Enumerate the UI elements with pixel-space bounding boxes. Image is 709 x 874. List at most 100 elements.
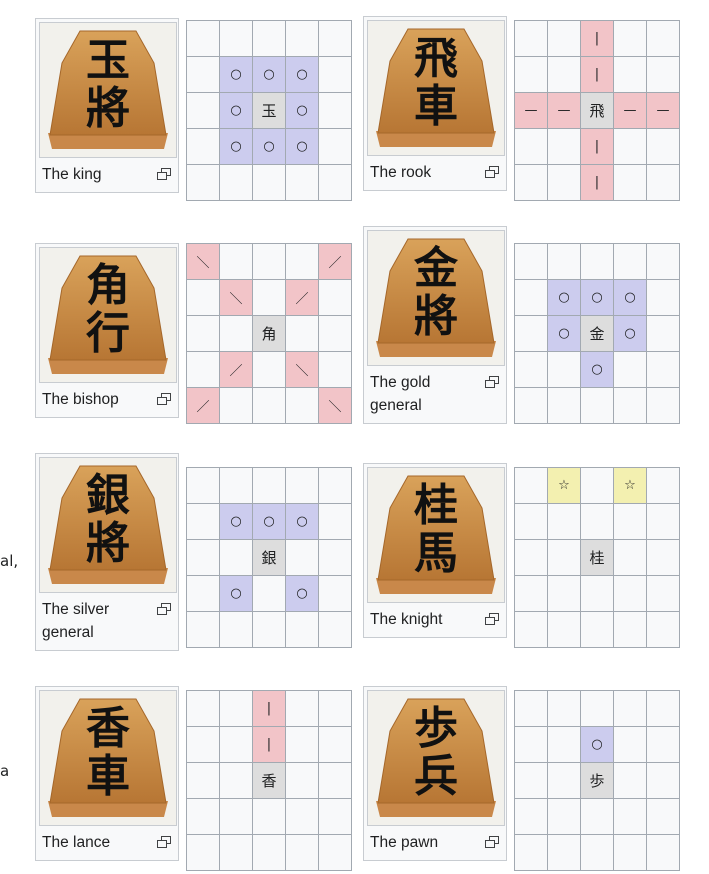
board-square — [581, 612, 614, 648]
magnify-clip-icon[interactable] — [485, 162, 499, 178]
board-square — [220, 21, 253, 57]
move-square: ／ — [187, 388, 220, 424]
board-square — [548, 504, 581, 540]
magnify-clip-icon[interactable] — [157, 164, 171, 180]
piece-image-bishop[interactable]: 角行 — [39, 247, 177, 383]
board-square — [548, 576, 581, 612]
piece-caption: The silver general — [42, 601, 110, 641]
move-square: | — [581, 165, 614, 201]
board-square — [515, 280, 548, 316]
piece-kanji-bottom: 行 — [86, 308, 130, 359]
piece-image-rook[interactable]: 飛車 — [367, 20, 505, 156]
board-square — [253, 468, 286, 504]
piece-square: 銀 — [253, 540, 286, 576]
board-square — [548, 388, 581, 424]
board-square — [614, 57, 647, 93]
move-square: — — [515, 93, 548, 129]
piece-image-pawn[interactable]: 歩兵 — [367, 690, 505, 826]
move-square: ○ — [220, 57, 253, 93]
board-square — [548, 57, 581, 93]
move-square: ○ — [220, 93, 253, 129]
piece-image-gold-general[interactable]: 金將 — [367, 230, 505, 366]
move-square: ○ — [253, 504, 286, 540]
move-square: ○ — [286, 129, 319, 165]
board-square — [286, 244, 319, 280]
board-square — [187, 504, 220, 540]
board-square — [187, 763, 220, 799]
board-square — [581, 576, 614, 612]
board-square — [286, 835, 319, 871]
move-square: | — [581, 57, 614, 93]
piece-kanji-bottom: 兵 — [414, 751, 458, 802]
piece-kanji-top: 銀 — [86, 470, 130, 521]
move-square: ○ — [548, 316, 581, 352]
article-text-fragment: al, — [0, 552, 19, 570]
movement-board-gold-general: ○ ○ ○ ○ 金 ○ ○ — [514, 243, 680, 424]
piece-image-lance[interactable]: 香車 — [39, 690, 177, 826]
board-square — [515, 352, 548, 388]
board-square — [647, 504, 680, 540]
board-square — [647, 388, 680, 424]
board-square — [647, 799, 680, 835]
piece-image-king[interactable]: 玉將 — [39, 22, 177, 158]
magnify-clip-icon[interactable] — [485, 372, 499, 388]
board-square — [319, 540, 352, 576]
board-square — [319, 93, 352, 129]
piece-image-silver-general[interactable]: 銀將 — [39, 457, 177, 593]
move-square: ＼ — [319, 388, 352, 424]
board-square — [187, 612, 220, 648]
board-square — [581, 468, 614, 504]
piece-image-knight[interactable]: 桂馬 — [367, 467, 505, 603]
piece-card-gold-general: 金將 The gold general — [363, 226, 507, 424]
board-square — [187, 165, 220, 201]
piece-caption: The king — [42, 166, 102, 183]
board-square — [647, 165, 680, 201]
move-square: ○ — [581, 352, 614, 388]
piece-kanji-top: 金 — [414, 243, 458, 294]
board-square — [286, 540, 319, 576]
piece-square: 金 — [581, 316, 614, 352]
board-square — [614, 504, 647, 540]
movement-board-rook: | | — — 飛 — — | | — [514, 20, 680, 201]
board-square — [515, 129, 548, 165]
board-square — [515, 540, 548, 576]
magnify-clip-icon[interactable] — [157, 599, 171, 615]
board-square — [548, 763, 581, 799]
board-square — [614, 244, 647, 280]
board-square — [548, 727, 581, 763]
board-square — [515, 612, 548, 648]
board-square — [286, 316, 319, 352]
magnify-clip-icon[interactable] — [485, 832, 499, 848]
piece-card-bishop: 角行 The bishop — [35, 243, 179, 418]
board-square — [187, 21, 220, 57]
board-square — [319, 165, 352, 201]
board-square — [647, 316, 680, 352]
magnify-clip-icon[interactable] — [157, 832, 171, 848]
magnify-clip-icon[interactable] — [157, 389, 171, 405]
piece-kanji-top: 角 — [86, 260, 130, 311]
board-square — [515, 57, 548, 93]
piece-square: 角 — [253, 316, 286, 352]
board-square — [614, 612, 647, 648]
magnify-clip-icon[interactable] — [485, 609, 499, 625]
board-square — [286, 727, 319, 763]
board-square — [515, 244, 548, 280]
board-square — [515, 576, 548, 612]
board-square — [220, 540, 253, 576]
move-square: ○ — [220, 576, 253, 612]
board-square — [319, 799, 352, 835]
move-square: ○ — [286, 504, 319, 540]
piece-kanji-bottom: 將 — [86, 83, 130, 134]
board-square — [187, 93, 220, 129]
piece-kanji-bottom: 車 — [86, 751, 130, 802]
move-square: ○ — [581, 727, 614, 763]
piece-card-knight: 桂馬 The knight — [363, 463, 507, 638]
move-square: ／ — [319, 244, 352, 280]
movement-board-pawn: ○ 歩 — [514, 690, 680, 871]
board-square — [220, 388, 253, 424]
board-square — [253, 244, 286, 280]
board-square — [319, 21, 352, 57]
board-square — [286, 691, 319, 727]
move-square: — — [647, 93, 680, 129]
board-square — [319, 835, 352, 871]
